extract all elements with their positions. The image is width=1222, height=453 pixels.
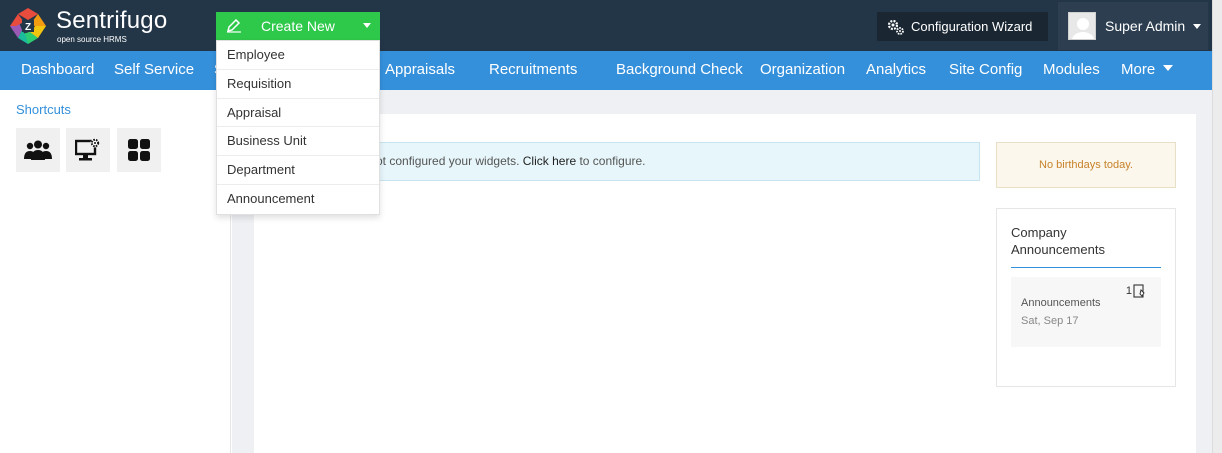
announcement-label: Announcements xyxy=(1021,297,1101,309)
nav-item-analytics[interactable]: Analytics xyxy=(866,51,926,90)
logo[interactable]: Z Sentrifugo open source HRMS xyxy=(8,6,208,46)
nav-item-organization[interactable]: Organization xyxy=(760,51,845,90)
gears-icon xyxy=(887,18,905,36)
announcement-count-value: 1 xyxy=(1125,285,1132,297)
nav-item-appraisals[interactable]: Appraisals xyxy=(385,51,455,90)
nav-item-more[interactable]: More xyxy=(1121,51,1174,90)
attachment-icon xyxy=(1133,284,1145,298)
logo-icon: Z xyxy=(10,8,46,44)
top-bar: Z Sentrifugo open source HRMS Create New… xyxy=(0,0,1222,51)
nav-item-recruitments[interactable]: Recruitments xyxy=(489,51,577,90)
menu-item-business-unit[interactable]: Business Unit xyxy=(217,127,379,157)
menu-item-employee[interactable]: Employee xyxy=(217,41,379,70)
main-nav: Dashboard Self Service S Appraisals Recr… xyxy=(0,51,1212,90)
configure-widgets-link[interactable]: Click here xyxy=(523,154,576,168)
sidebar: Shortcuts xyxy=(0,90,231,453)
widgets-notice-text: ot configured your widgets. xyxy=(376,154,520,168)
configuration-wizard-button[interactable]: Configuration Wizard xyxy=(877,12,1048,41)
nav-item-dashboard[interactable]: Dashboard xyxy=(21,51,94,90)
menu-item-appraisal[interactable]: Appraisal xyxy=(217,99,379,128)
page-scrollbar[interactable] xyxy=(1212,0,1222,453)
create-new-menu: Employee Requisition Appraisal Business … xyxy=(216,40,380,215)
announcement-count: 1 xyxy=(1126,284,1146,298)
shortcut-settings[interactable] xyxy=(66,128,110,172)
nav-item-modules[interactable]: Modules xyxy=(1043,51,1100,90)
create-new-label: Create New xyxy=(261,18,335,34)
birthday-widget: No birthdays today. xyxy=(996,142,1176,188)
nav-item-self-service[interactable]: Self Service xyxy=(114,51,194,90)
nav-item-background-check[interactable]: Background Check xyxy=(616,51,743,90)
shortcut-employees[interactable] xyxy=(16,128,60,172)
menu-item-requisition[interactable]: Requisition xyxy=(217,70,379,99)
users-icon xyxy=(24,140,52,160)
widgets-notice-suffix: to configure. xyxy=(579,154,646,168)
monitor-settings-icon xyxy=(75,138,100,161)
nav-item-more-label: More xyxy=(1121,61,1156,78)
announcement-date: Sat, Sep 17 xyxy=(1021,315,1079,327)
grid-icon xyxy=(128,139,150,161)
user-menu[interactable]: Super Admin xyxy=(1058,2,1208,50)
edit-icon xyxy=(226,19,246,33)
divider xyxy=(1011,267,1161,268)
app-tagline: open source HRMS xyxy=(57,35,127,44)
svg-text:Z: Z xyxy=(25,22,31,33)
announcements-title: Company Announcements xyxy=(1011,225,1105,257)
menu-item-department[interactable]: Department xyxy=(217,156,379,185)
app-name: Sentrifugo xyxy=(56,7,168,34)
announcement-item[interactable]: 1 Announcements Sat, Sep 17 xyxy=(1011,277,1161,347)
nav-item-site-config[interactable]: Site Config xyxy=(949,51,1022,90)
shortcut-modules[interactable] xyxy=(117,128,161,172)
chevron-down-icon xyxy=(1163,65,1174,72)
shortcuts-title: Shortcuts xyxy=(16,102,71,117)
user-name: Super Admin xyxy=(1105,18,1186,34)
chevron-down-icon xyxy=(363,23,371,28)
create-new-button[interactable]: Create New xyxy=(216,12,380,40)
avatar xyxy=(1068,12,1096,40)
birthday-message: No birthdays today. xyxy=(1039,159,1133,171)
configuration-wizard-label: Configuration Wizard xyxy=(911,19,1033,34)
announcements-widget: Company Announcements 1 Announcements Sa… xyxy=(996,208,1176,387)
chevron-down-icon xyxy=(1193,24,1201,29)
menu-item-announcement[interactable]: Announcement xyxy=(217,185,379,214)
